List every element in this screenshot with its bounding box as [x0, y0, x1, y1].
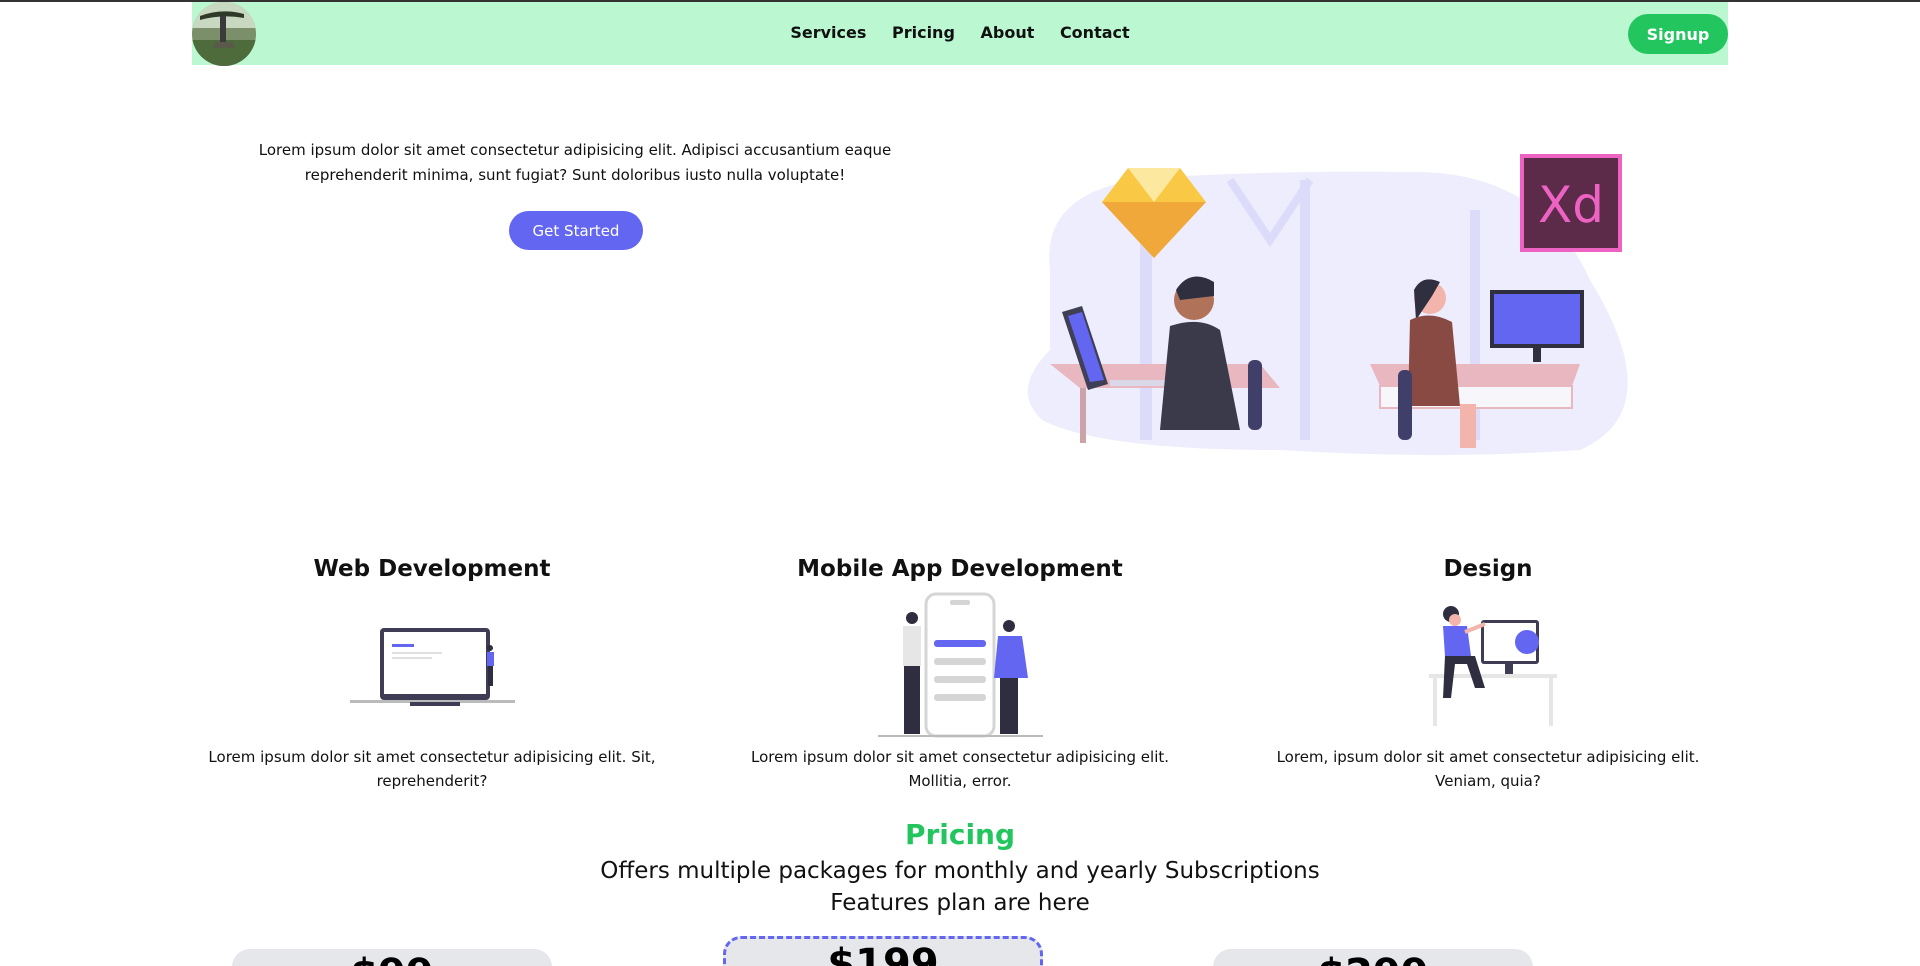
adobe-xd-icon: Xd [1520, 154, 1622, 252]
service-title-design: Design [1443, 556, 1533, 582]
nav-links: Services Pricing About Contact [192, 23, 1728, 42]
svg-text:Xd: Xd [1538, 176, 1604, 234]
service-desc-mobile: Lorem ipsum dolor sit amet consectetur a… [750, 748, 1170, 790]
get-started-button[interactable]: Get Started [509, 211, 643, 250]
navbar: Services Pricing About Contact Signup [192, 2, 1728, 66]
pricing-card-premium: $299 [1213, 949, 1533, 966]
service-title-mobile: Mobile App Development [797, 556, 1123, 582]
pricing-title: Pricing [904, 818, 1016, 851]
hero-text: Lorem ipsum dolor sit amet consectetur a… [258, 141, 892, 184]
pricing-subtitle-2: Features plan are here [830, 890, 1090, 916]
nav-link-contact[interactable]: Contact [1060, 23, 1130, 42]
service-title-web: Web Development [313, 556, 551, 582]
pricing-card-basic: $99 [232, 949, 552, 966]
service-desc-web: Lorem ipsum dolor sit amet consectetur a… [208, 748, 656, 790]
signup-button[interactable]: Signup [1628, 14, 1728, 54]
hero-illustration: Xd [1027, 154, 1628, 455]
design-illustration [1429, 606, 1557, 726]
mobile-app-illustration [878, 592, 1043, 738]
nav-link-pricing[interactable]: Pricing [892, 23, 955, 42]
service-desc-design: Lorem, ipsum dolor sit amet consectetur … [1276, 748, 1700, 790]
web-development-illustration [350, 628, 515, 706]
nav-link-about[interactable]: About [980, 23, 1034, 42]
pricing-card-price: $199 [827, 941, 939, 966]
nav-link-services[interactable]: Services [790, 23, 866, 42]
pricing-card-featured: $199 [723, 936, 1043, 966]
pricing-card-price: $99 [232, 951, 552, 966]
pricing-card-price: $299 [1213, 951, 1533, 966]
pricing-subtitle: Offers multiple packages for monthly and… [600, 858, 1320, 884]
